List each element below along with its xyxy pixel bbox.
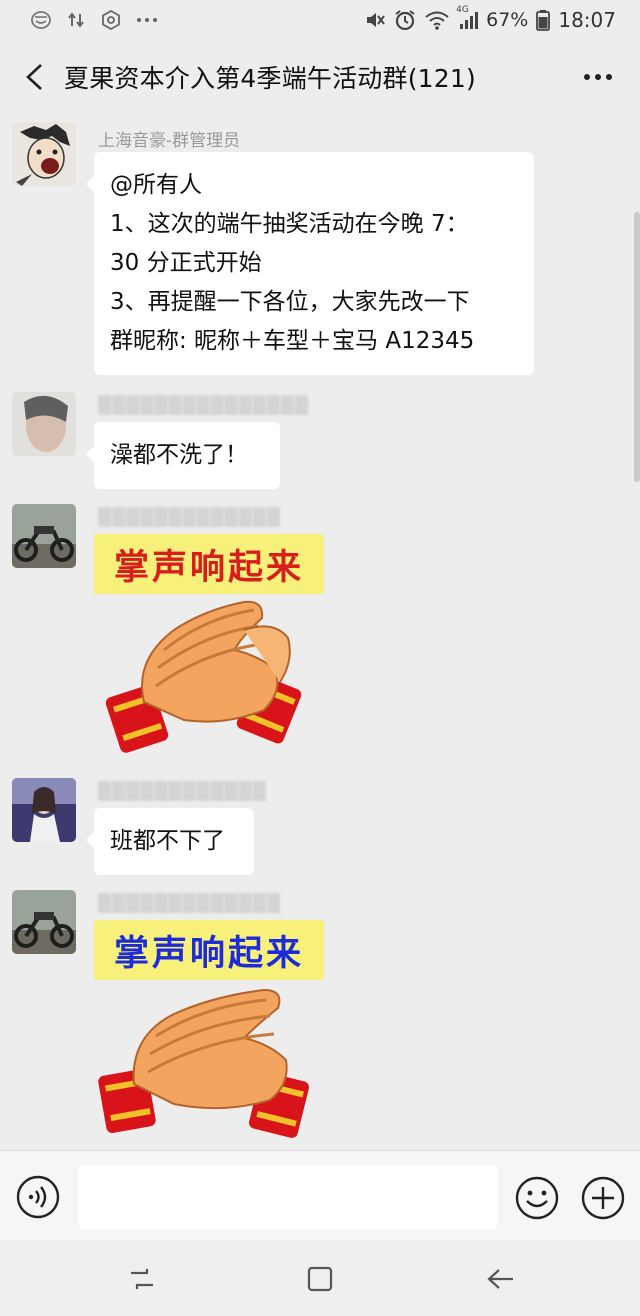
sender-name-redacted: ▒▒▒▒▒▒▒▒▒▒▒▒▒▒▒ xyxy=(98,396,310,416)
data-transfer-icon xyxy=(66,10,86,30)
emoji-icon xyxy=(515,1176,559,1220)
sticker-caption: 掌声响起来 xyxy=(94,920,324,980)
avatar[interactable] xyxy=(12,778,76,842)
recents-icon xyxy=(131,1269,153,1289)
message-input-bar xyxy=(0,1150,640,1240)
message-text: @所有人 xyxy=(110,172,202,198)
settings-hex-icon xyxy=(100,9,122,31)
message-bubble[interactable]: 澡都不洗了！ xyxy=(86,422,280,489)
sticker-image[interactable]: 掌声响起来 xyxy=(94,534,326,758)
chat-info-button[interactable] xyxy=(578,60,618,94)
message-bubble[interactable]: @所有人 1、这次的端午抽奖活动在今晚 7： 30 分正式开始 3、再提醒一下各… xyxy=(86,152,534,375)
plus-icon xyxy=(581,1176,625,1220)
network-type-label: 4G xyxy=(456,5,469,15)
message-text: 30 分正式开始 xyxy=(110,250,262,276)
home-icon xyxy=(307,1266,333,1292)
battery-icon xyxy=(536,9,551,31)
chat-title: 夏果资本介入第4季端午活动群(121) xyxy=(64,64,476,93)
more-horizontal-icon xyxy=(584,74,612,80)
clock: 18:07 xyxy=(558,8,616,32)
signal-icon: 4G xyxy=(456,5,479,31)
message-text: 3、再提醒一下各位，大家先改一下 xyxy=(110,289,470,315)
emoji-button[interactable] xyxy=(514,1175,560,1221)
message-text: 1、这次的端午抽奖活动在今晚 7： xyxy=(110,211,469,237)
back-button[interactable] xyxy=(4,40,64,114)
alarm-icon xyxy=(394,9,416,31)
clapping-hands-icon xyxy=(105,600,302,753)
recents-button[interactable] xyxy=(122,1262,162,1296)
avatar[interactable] xyxy=(12,122,76,186)
sender-name-redacted: ▒▒▒▒▒▒▒▒▒▒▒▒ xyxy=(98,782,267,802)
message-text: 群昵称: 昵称＋车型＋宝马 A12345 xyxy=(110,328,475,354)
message-text-input[interactable] xyxy=(78,1165,498,1229)
status-bar: 4G 67% 18:07 xyxy=(0,0,640,40)
message-text: 澡都不洗了！ xyxy=(110,442,248,468)
wifi-icon xyxy=(424,9,450,31)
back-arrow-icon xyxy=(487,1269,513,1289)
status-left-icons xyxy=(30,9,158,31)
voice-icon xyxy=(16,1175,60,1219)
more-actions-button[interactable] xyxy=(580,1175,626,1221)
chevron-left-icon xyxy=(26,64,42,90)
home-button[interactable] xyxy=(300,1262,340,1296)
sender-name: 上海音豪-群管理员 xyxy=(98,131,241,151)
message-bubble[interactable]: 班都不下了 xyxy=(86,808,254,875)
mute-icon xyxy=(364,9,386,31)
avatar[interactable] xyxy=(12,890,76,954)
more-dots-icon xyxy=(136,16,158,24)
clapping-hands-icon xyxy=(98,988,309,1138)
nav-back-button[interactable] xyxy=(480,1262,520,1296)
avatar[interactable] xyxy=(12,392,76,456)
voice-button[interactable] xyxy=(16,1175,60,1219)
chat-message-list[interactable]: 上海音豪-群管理员 @所有人 1、这次的端午抽奖活动在今晚 7： 30 分正式开… xyxy=(0,114,640,1150)
emoji-status-icon xyxy=(30,10,52,30)
chat-header: 夏果资本介入第4季端午活动群(121) xyxy=(0,40,640,114)
sender-name-redacted: ▒▒▒▒▒▒▒▒▒▒▒▒▒ xyxy=(98,894,281,914)
battery-percent: 67% xyxy=(486,9,529,31)
scrollbar[interactable] xyxy=(634,212,640,482)
avatar[interactable] xyxy=(12,504,76,568)
system-nav-bar xyxy=(0,1240,640,1316)
sticker-image[interactable]: 掌声响起来 xyxy=(94,920,326,1144)
sticker-caption: 掌声响起来 xyxy=(94,534,324,594)
message-text: 班都不下了 xyxy=(110,828,225,854)
sender-name-redacted: ▒▒▒▒▒▒▒▒▒▒▒▒▒ xyxy=(98,508,281,528)
status-right-icons: 4G 67% 18:07 xyxy=(364,5,616,32)
